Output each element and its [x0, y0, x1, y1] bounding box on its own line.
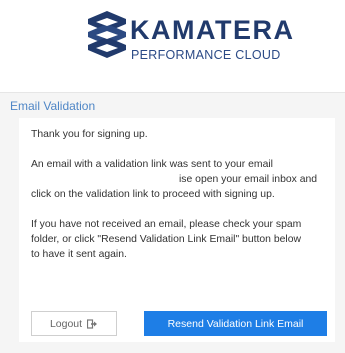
- email-validation-panel: Email Validation Thank you for signing u…: [0, 92, 345, 353]
- email-validation-page: KAMATERA PERFORMANCE CLOUD Email Validat…: [0, 0, 345, 353]
- kamatera-logo: KAMATERA PERFORMANCE CLOUD: [86, 10, 293, 70]
- kamatera-logo-icon: [88, 11, 126, 58]
- message-line: folder, or click "Resend Validation Link…: [31, 234, 301, 245]
- brand-tagline: PERFORMANCE CLOUD: [131, 48, 281, 62]
- message-line: An email with a validation link was sent…: [31, 159, 273, 170]
- message-line: ise open your email inbox and: [179, 174, 318, 185]
- resend-validation-email-button[interactable]: Resend Validation Link Email: [144, 311, 327, 336]
- message-line: If you have not received an email, pleas…: [31, 219, 302, 230]
- panel-body: Thank you for signing up. An email with …: [19, 118, 335, 342]
- panel-title: Email Validation: [10, 99, 96, 113]
- message-line: click on the validation link to proceed …: [31, 189, 275, 200]
- brand-name: KAMATERA: [130, 15, 295, 45]
- sign-out-icon: [87, 318, 98, 329]
- message-line: to have it sent again.: [31, 249, 127, 260]
- logout-button[interactable]: Logout: [31, 311, 117, 336]
- logout-button-label: Logout: [49, 317, 83, 330]
- thank-you-text: Thank you for signing up.: [31, 129, 148, 140]
